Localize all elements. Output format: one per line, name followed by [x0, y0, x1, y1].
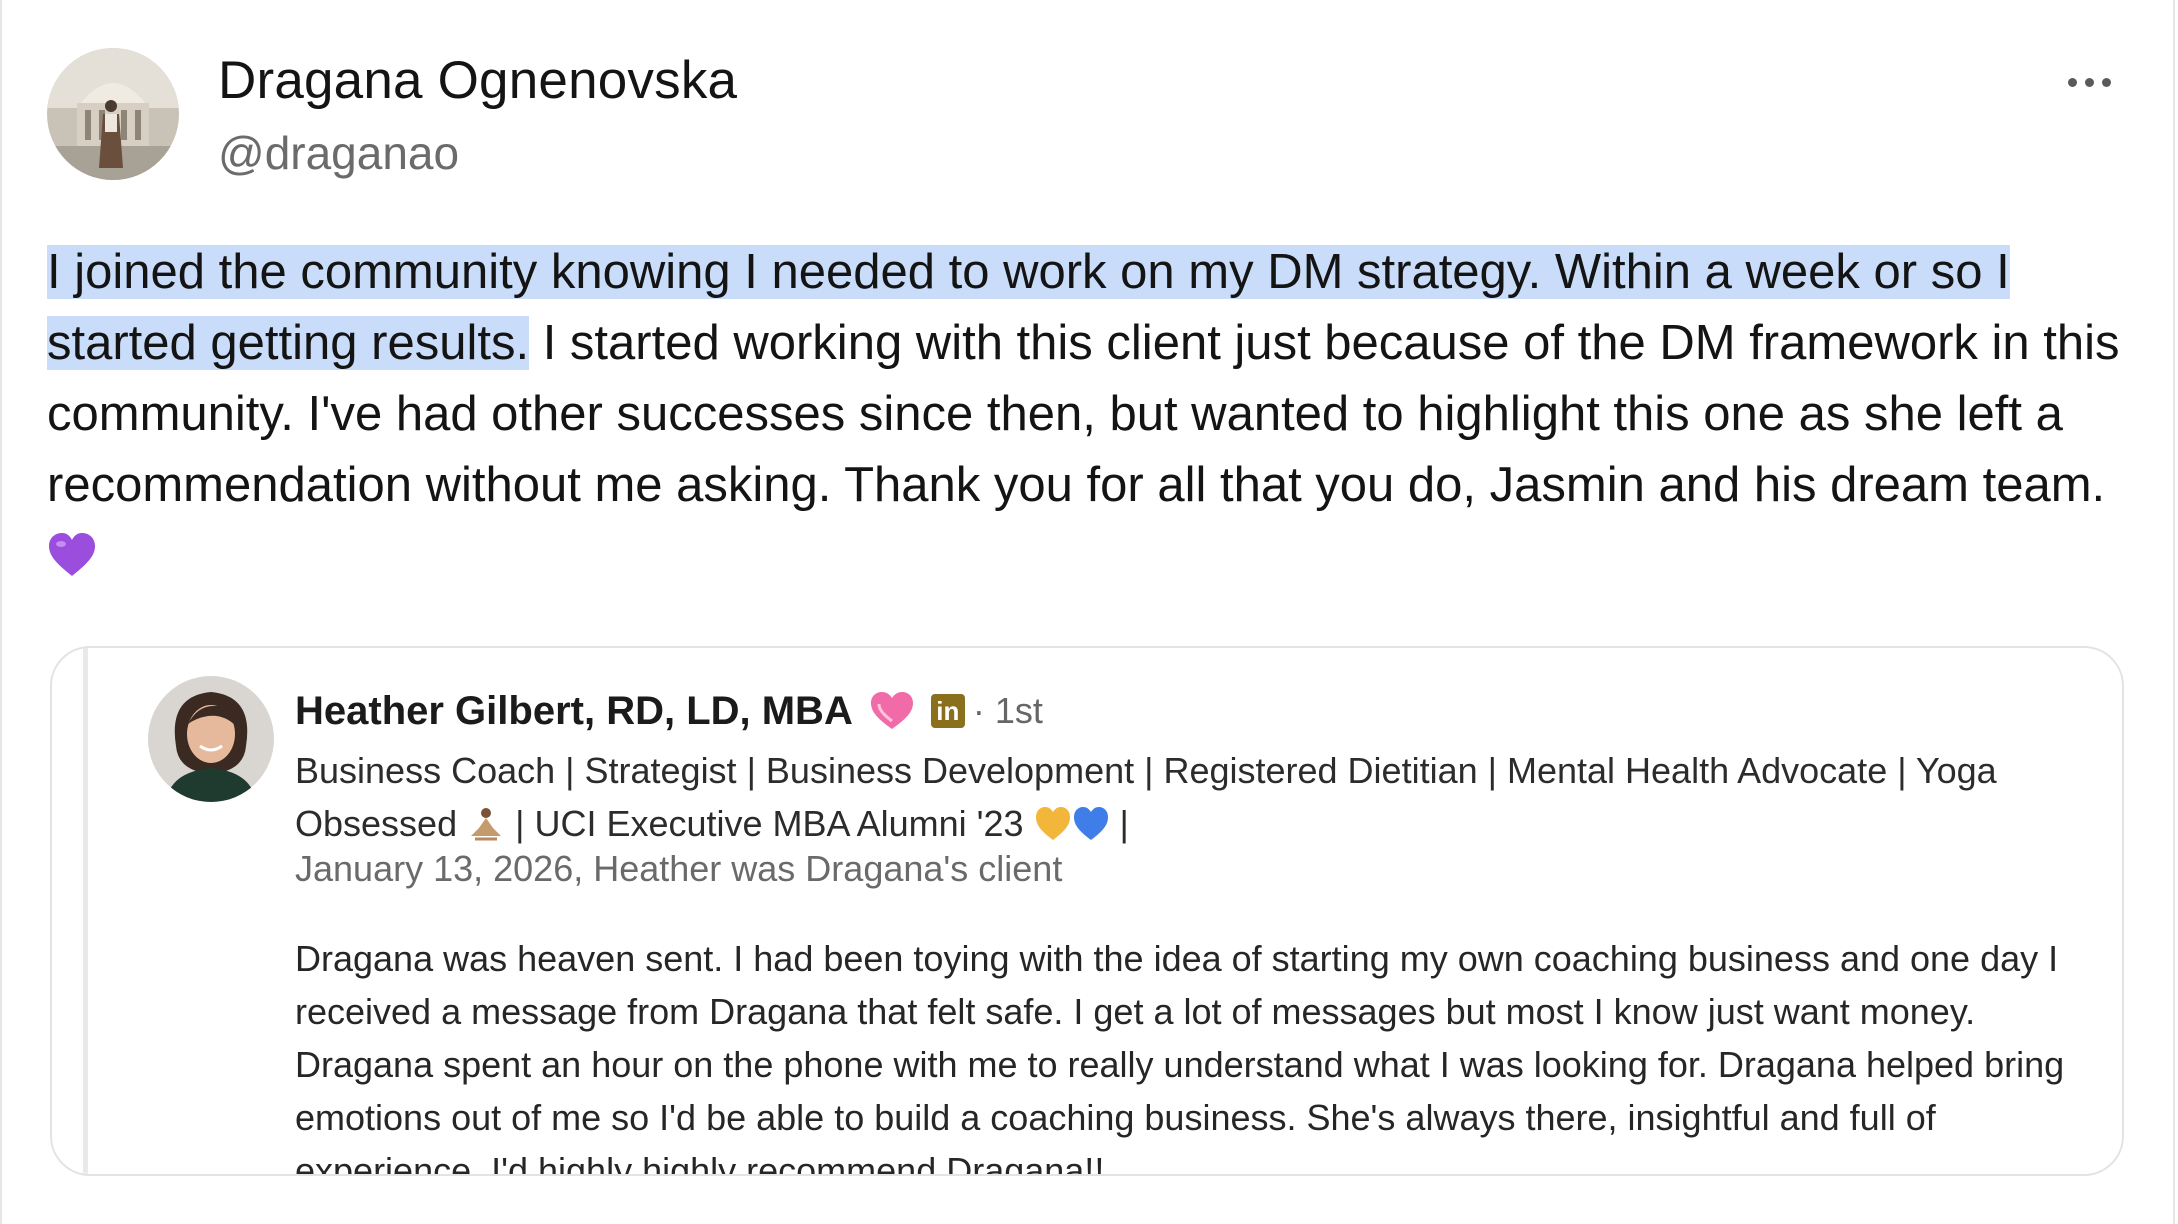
yellow-heart-icon — [1035, 807, 1070, 840]
embed-divider — [83, 648, 88, 1174]
yoga-person-icon — [471, 808, 502, 841]
blue-heart-icon — [1073, 807, 1108, 840]
recommender-name[interactable]: Heather Gilbert, RD, LD, MBA — [295, 689, 853, 734]
more-dot-icon — [2102, 78, 2111, 87]
author-avatar-image — [47, 48, 179, 180]
more-dot-icon — [2085, 78, 2094, 87]
author-avatar[interactable] — [47, 48, 179, 180]
author-handle[interactable]: @draganao — [218, 126, 459, 180]
headline-text-2: | UCI Executive MBA Alumni '23 — [505, 803, 1034, 844]
linkedin-icon: in — [930, 694, 965, 728]
more-options-button[interactable] — [2062, 62, 2118, 102]
recommender-avatar — [148, 676, 274, 802]
recommendation-screenshot[interactable]: Heather Gilbert, RD, LD, MBA in · 1st Bu… — [50, 646, 2124, 1176]
post-body: I joined the community knowing I needed … — [47, 237, 2137, 592]
author-name[interactable]: Dragana Ognenovska — [218, 50, 737, 111]
recommender-headline: Business Coach | Strategist | Business D… — [295, 744, 2095, 850]
more-dot-icon — [2068, 78, 2077, 87]
recommender-header: Heather Gilbert, RD, LD, MBA in · 1st — [295, 686, 1043, 736]
recommendation-date: January 13, 2026, Heather was Dragana's … — [295, 848, 1063, 889]
connection-degree: · 1st — [972, 690, 1043, 731]
pink-heart-icon — [870, 692, 913, 729]
purple-heart-icon — [49, 533, 95, 576]
recommendation-text: Dragana was heaven sent. I had been toyi… — [295, 938, 2065, 1176]
headline-text-3: | — [1109, 803, 1129, 844]
recommender-avatar-image — [148, 676, 274, 802]
